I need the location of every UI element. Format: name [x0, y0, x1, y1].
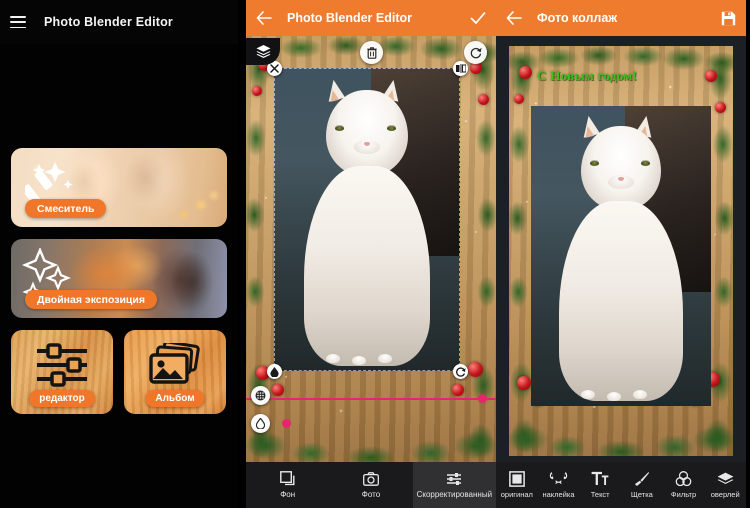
tab-sticker[interactable]: наклейка — [538, 462, 580, 508]
cat-photo-layer — [531, 106, 711, 406]
back-arrow-icon[interactable] — [255, 9, 273, 27]
card-double-exposure[interactable]: Двойная экспозиция — [11, 239, 227, 318]
text-tt-icon — [591, 470, 609, 487]
back-arrow-icon[interactable] — [505, 9, 523, 27]
editor-appbar: Photo Blender Editor — [246, 0, 496, 36]
editor-tabbar: Фон Фото Скорректированный — [246, 462, 496, 508]
overlay-diamond-icon — [717, 470, 734, 487]
new-year-watermark-text: С Новым годом! — [537, 68, 638, 83]
resize-rotate-icon[interactable] — [453, 364, 468, 379]
tab-brush-label: Щетка — [630, 490, 653, 500]
card-double-exposure-label[interactable]: Двойная экспозиция — [25, 290, 157, 309]
water-drop-icon[interactable] — [251, 414, 270, 433]
bauble-ornament — [478, 94, 489, 105]
tab-photo[interactable]: Фото — [329, 462, 412, 508]
tab-original[interactable]: оригинал — [496, 462, 538, 508]
tab-filter-label: Фильтр — [670, 490, 697, 500]
brush-icon — [634, 470, 650, 487]
panel-home-screen: Photo Blender Editor Смеситель Двойная э… — [0, 0, 238, 508]
bauble-ornament — [514, 94, 524, 104]
tab-photo-label: Фото — [361, 490, 381, 500]
home-appbar: Photo Blender Editor — [0, 0, 238, 44]
home-small-card-row: редактор Альбом — [11, 330, 227, 414]
cat-sticker-icon — [549, 470, 568, 487]
flip-horizontal-icon[interactable] — [453, 61, 468, 76]
tab-sticker-label: наклейка — [542, 490, 575, 500]
background-square-icon — [279, 470, 296, 487]
card-editor-label[interactable]: редактор — [29, 390, 95, 407]
collage-image: С Новым годом! — [509, 46, 733, 456]
adjust-sliders-icon — [446, 470, 462, 487]
collage-appbar: Фото коллаж — [496, 0, 746, 36]
rotate-refresh-icon[interactable] — [464, 41, 487, 64]
card-blender-label[interactable]: Смеситель — [25, 199, 107, 218]
bauble-ornament — [519, 66, 532, 79]
bauble-ornament — [272, 384, 284, 396]
original-square-icon — [508, 470, 525, 487]
bauble-ornament — [705, 70, 717, 82]
tab-text[interactable]: Текст — [579, 462, 621, 508]
tab-background-label: Фон — [280, 490, 296, 500]
opacity-slider-track[interactable] — [246, 398, 496, 400]
eyedropper-icon[interactable] — [267, 364, 282, 379]
hamburger-menu-icon[interactable] — [10, 16, 26, 28]
card-album[interactable]: Альбом — [124, 330, 226, 414]
card-editor[interactable]: редактор — [11, 330, 113, 414]
editor-canvas[interactable] — [246, 36, 496, 462]
bauble-ornament — [252, 86, 262, 96]
sliders-icon — [37, 343, 87, 387]
opacity-slider-knob[interactable] — [282, 419, 291, 428]
photos-stack-icon — [149, 343, 200, 384]
tab-original-label: оригинал — [500, 490, 533, 500]
pattern-grid-icon[interactable] — [251, 386, 270, 405]
screenshot-root: Photo Blender Editor Смеситель Двойная э… — [0, 0, 750, 508]
tab-overlay-label: оверлей — [710, 490, 740, 500]
app-title: Photo Blender Editor — [44, 15, 173, 29]
panel-photo-collage: Фото коллаж С Новым годом! оригинал накл… — [496, 0, 746, 508]
bauble-ornament — [715, 102, 726, 113]
home-card-list: Смеситель Двойная экспозиция редактор Ал… — [0, 44, 238, 414]
collage-title: Фото коллаж — [537, 11, 618, 25]
bauble-ornament — [468, 362, 483, 377]
collage-tabbar: оригинал наклейка Текст Щетка Фильтр ове… — [496, 462, 746, 508]
camera-icon — [363, 470, 379, 487]
checkmark-icon[interactable] — [469, 9, 487, 27]
cat-subject — [531, 106, 711, 406]
tab-text-label: Текст — [590, 490, 610, 500]
collage-canvas[interactable]: С Новым годом! — [496, 36, 746, 462]
save-floppy-icon[interactable] — [719, 9, 737, 27]
opacity-slider-knob-right[interactable] — [478, 394, 487, 403]
tab-filter[interactable]: Фильтр — [663, 462, 705, 508]
card-blender[interactable]: Смеситель — [11, 148, 227, 227]
tab-adjusted[interactable]: Скорректированный — [412, 462, 496, 508]
filter-circles-icon — [675, 470, 692, 487]
tab-overlay[interactable]: оверлей — [704, 462, 746, 508]
tab-background[interactable]: Фон — [246, 462, 329, 508]
panel-blender-editor: Photo Blender Editor Фон Фото Скорректир… — [246, 0, 496, 508]
tab-adjusted-label: Скорректированный — [416, 490, 493, 500]
trash-icon[interactable] — [360, 41, 383, 64]
editor-title: Photo Blender Editor — [287, 11, 412, 25]
panel-divider-1 — [238, 0, 246, 508]
bauble-ornament — [517, 376, 531, 390]
bauble-ornament — [452, 384, 464, 396]
selection-frame — [274, 68, 460, 371]
tab-brush[interactable]: Щетка — [621, 462, 663, 508]
card-album-label[interactable]: Альбом — [145, 390, 205, 407]
